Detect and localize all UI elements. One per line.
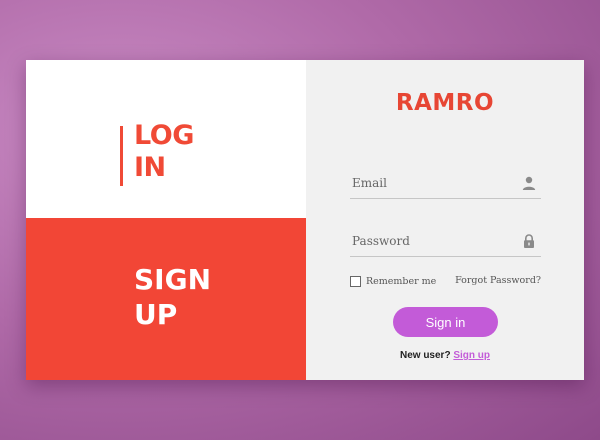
signup-tab[interactable]: SIGN UP (26, 218, 306, 380)
email-field-wrapper (350, 170, 541, 199)
brand-logo: RAMRO (395, 90, 495, 116)
lock-icon (524, 234, 534, 248)
login-card: LOG IN SIGN UP RAMRO Email Remember me F… (26, 60, 584, 380)
password-field-wrapper (350, 228, 541, 257)
login-label-line2: IN (134, 152, 166, 183)
new-user-text: New user? (399, 350, 451, 361)
forgot-password-link[interactable]: Forgot Password? (455, 274, 541, 288)
login-label-line1: LOG (134, 120, 194, 151)
remember-me[interactable]: Remember me (350, 274, 436, 288)
new-user-prompt: New user? Sign up (306, 350, 584, 361)
login-tab-label: LOG IN (134, 120, 224, 184)
password-input[interactable] (350, 228, 512, 254)
signin-button[interactable]: Sign in (393, 307, 498, 337)
signup-label-line1: SIGN (134, 263, 211, 296)
active-indicator (120, 126, 123, 186)
remember-checkbox[interactable] (350, 275, 361, 287)
signup-link[interactable]: Sign up (453, 350, 490, 361)
login-tab[interactable]: LOG IN (26, 60, 306, 218)
user-icon (522, 176, 536, 190)
left-panel: LOG IN SIGN UP (26, 60, 306, 380)
remember-label: Remember me (366, 275, 437, 287)
email-input[interactable] (350, 170, 512, 196)
signup-tab-label: SIGN UP (134, 262, 234, 332)
signup-label-line2: UP (134, 298, 178, 331)
signin-form: RAMRO Remember me Forgot Password? Sign … (306, 60, 584, 380)
